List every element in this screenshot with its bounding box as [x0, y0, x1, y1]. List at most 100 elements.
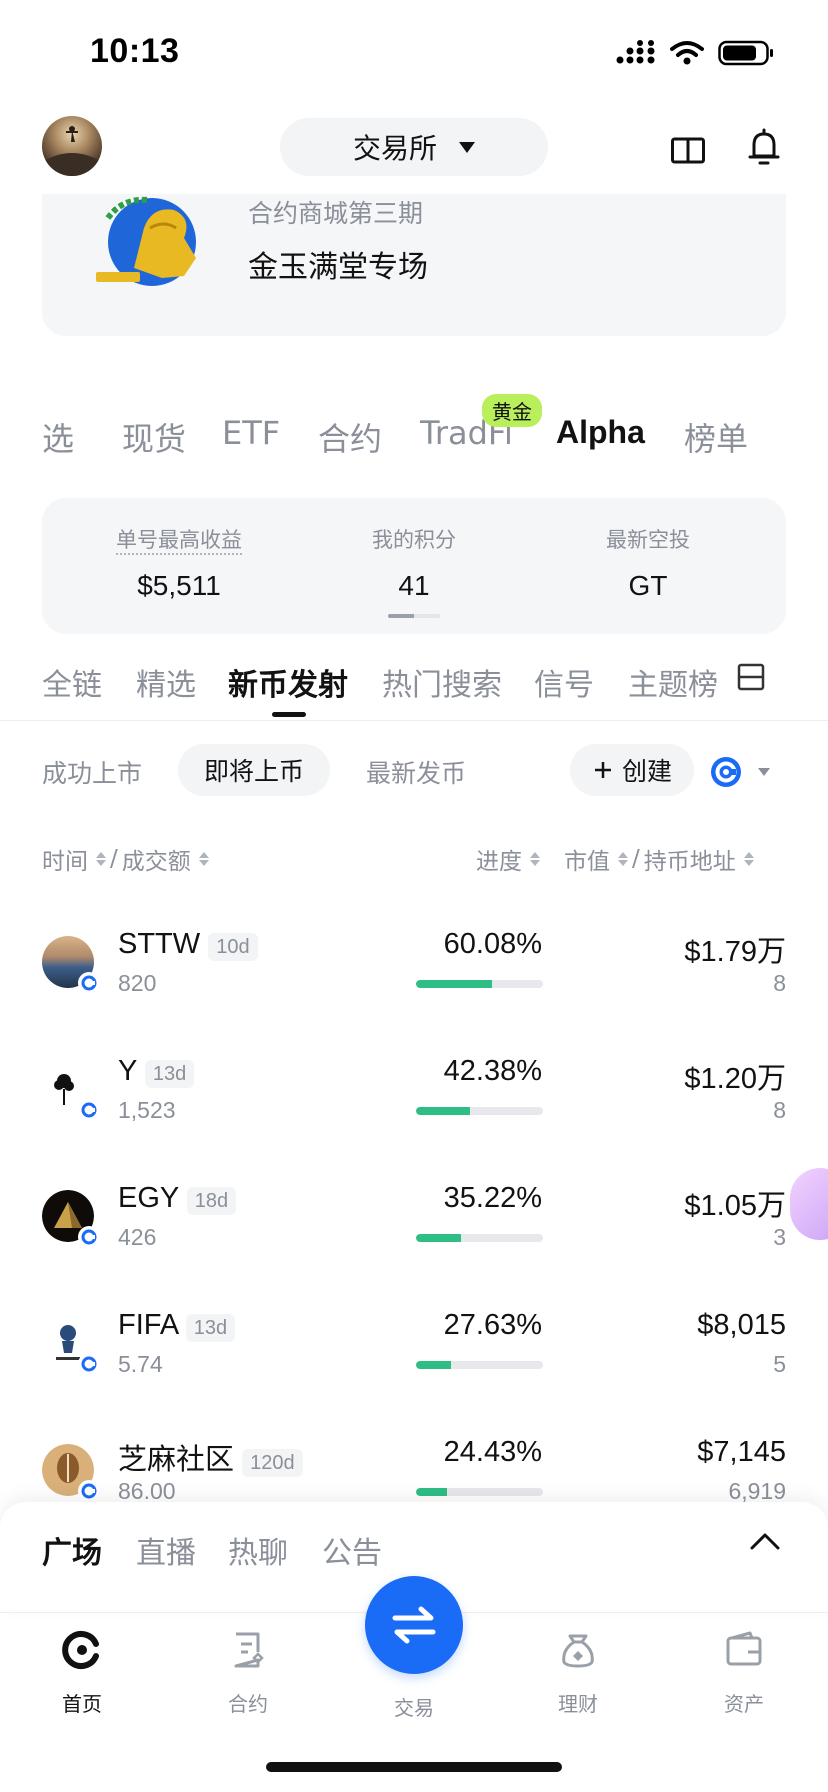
token-symbol: FIFA — [118, 1309, 178, 1341]
carousel-indicator — [388, 614, 440, 618]
token-row[interactable]: STTW 10d 820 60.08% $1.79万 8 — [0, 914, 828, 1042]
sort-icon — [198, 852, 209, 866]
token-row[interactable]: FIFA 13d 5.74 27.63% $8,015 5 — [0, 1295, 828, 1423]
subtab-hot-search[interactable]: 热门搜索 — [382, 660, 502, 704]
trade-button[interactable] — [365, 1576, 463, 1674]
token-row[interactable]: Y 13d 1,523 42.38% $1.20万 8 — [0, 1041, 828, 1169]
nav-label: 资产 — [724, 1692, 764, 1716]
filter-upcoming[interactable]: 即将上币 — [178, 744, 330, 796]
col-progress-label: 进度 — [476, 849, 522, 875]
token-mcap: $1.79万 — [684, 936, 786, 968]
exchange-switcher[interactable]: 交易所 — [280, 118, 548, 176]
sort-icon — [530, 852, 540, 866]
banner-title: 金玉满堂专场 — [248, 250, 428, 285]
token-progress-text: 27.63% — [443, 1309, 542, 1341]
divider — [0, 720, 828, 721]
token-age-badge: 120d — [242, 1449, 303, 1477]
status-icons — [616, 40, 774, 66]
nav-contract[interactable]: 合约 — [188, 1630, 308, 1717]
horse-promo-icon — [96, 196, 196, 286]
nav-home[interactable]: 首页 — [22, 1630, 142, 1717]
banner-subtitle: 合约商城第三期 — [248, 199, 424, 228]
tab-etf[interactable]: ETF — [222, 414, 280, 452]
token-symbol: STTW — [118, 928, 201, 960]
token-holders: 8 — [773, 1097, 786, 1123]
token-symbol-wrap: Y 13d — [118, 1055, 195, 1088]
stat-latest-airdrop[interactable]: 最新空投 GT — [533, 498, 763, 602]
subtab-featured[interactable]: 精选 — [136, 660, 196, 704]
status-time: 10:13 — [90, 32, 180, 70]
chain-selector-icon[interactable] — [710, 756, 742, 788]
home-icon — [62, 1631, 99, 1669]
swap-icon — [392, 1606, 436, 1644]
wealth-icon — [562, 1634, 594, 1668]
chain-badge-icon — [78, 1353, 100, 1375]
filter-listed[interactable]: 成功上市 — [42, 754, 142, 790]
token-symbol-wrap: 芝麻社区 120d — [118, 1436, 303, 1478]
progress-fill — [416, 1361, 452, 1369]
stat-label: 单号最高收益 — [116, 528, 242, 552]
create-button[interactable]: 创建 — [570, 744, 694, 796]
wifi-icon — [670, 41, 704, 65]
progress-fill — [416, 1234, 461, 1242]
sheet-tab-announcements[interactable]: 公告 — [322, 1528, 382, 1572]
col-time: 时间 — [42, 849, 88, 875]
subtab-new-launch[interactable]: 新币发射 — [228, 660, 348, 704]
signal-icon — [616, 40, 655, 64]
stat-my-points[interactable]: 我的积分 41 — [299, 498, 529, 602]
chain-badge-icon — [78, 972, 100, 994]
plus-icon — [594, 762, 611, 778]
progress-fill — [416, 980, 493, 988]
col-mcap: 市值 — [564, 849, 610, 875]
sheet-tab-square[interactable]: 广场 — [42, 1528, 102, 1572]
token-holders: 6,919 — [728, 1478, 786, 1504]
tab-contract[interactable]: 合约 — [318, 414, 382, 460]
stat-top-gain[interactable]: 单号最高收益 $5,511 — [64, 498, 294, 602]
list-layout-icon[interactable] — [736, 662, 766, 692]
token-age-badge: 10d — [208, 933, 258, 961]
progress-bar — [416, 980, 543, 988]
contract-icon — [234, 1632, 264, 1668]
token-symbol-wrap: STTW 10d — [118, 928, 258, 961]
col-progress[interactable]: 进度 — [476, 842, 540, 876]
sheet-tab-live[interactable]: 直播 — [136, 1528, 196, 1572]
chevron-up-icon[interactable] — [748, 1530, 782, 1552]
token-holders: 5 — [773, 1351, 786, 1377]
stat-label: 最新空投 — [606, 528, 690, 552]
subtab-all-chains[interactable]: 全链 — [42, 660, 102, 704]
col-time-volume[interactable]: 时间 / 成交额 — [42, 842, 209, 876]
progress-bar — [416, 1107, 543, 1115]
sheet-tab-chat[interactable]: 热聊 — [228, 1528, 288, 1572]
token-volume: 426 — [118, 1224, 157, 1250]
token-progress-text: 42.38% — [443, 1055, 542, 1087]
book-icon[interactable] — [670, 134, 706, 166]
col-mcap-holders[interactable]: 市值 / 持币地址 — [564, 842, 754, 876]
progress-bar — [416, 1488, 543, 1496]
tab-favorites[interactable]: 选 — [42, 414, 74, 460]
filter-latest[interactable]: 最新发币 — [366, 754, 466, 790]
sort-icon — [743, 852, 754, 866]
filter-upcoming-label: 即将上币 — [203, 757, 304, 786]
avatar[interactable] — [42, 116, 102, 176]
token-volume: 820 — [118, 970, 157, 996]
nav-assets[interactable]: 资产 — [684, 1630, 804, 1717]
chevron-down-icon — [459, 141, 475, 153]
token-progress-text: 24.43% — [443, 1436, 542, 1468]
nav-label: 理财 — [558, 1692, 598, 1716]
sort-icon — [96, 852, 106, 866]
nav-wealth[interactable]: 理财 — [518, 1630, 638, 1717]
subtab-themes[interactable]: 主题榜 — [628, 660, 718, 704]
nav-label-trade[interactable]: 交易 — [354, 1692, 474, 1721]
token-progress-text: 60.08% — [443, 928, 542, 960]
token-mcap: $1.20万 — [684, 1063, 786, 1095]
token-symbol-wrap: FIFA 13d — [118, 1309, 236, 1342]
tab-rankings[interactable]: 榜单 — [684, 414, 748, 460]
tab-spot[interactable]: 现货 — [122, 414, 186, 460]
tab-alpha[interactable]: Alpha — [556, 414, 645, 451]
bell-icon[interactable] — [746, 128, 782, 168]
exchange-label: 交易所 — [352, 132, 437, 165]
token-row[interactable]: EGY 18d 426 35.22% $1.05万 3 — [0, 1168, 828, 1296]
subtab-signals[interactable]: 信号 — [534, 660, 594, 704]
chain-caret-icon[interactable] — [758, 768, 770, 776]
sort-icon — [618, 852, 628, 866]
